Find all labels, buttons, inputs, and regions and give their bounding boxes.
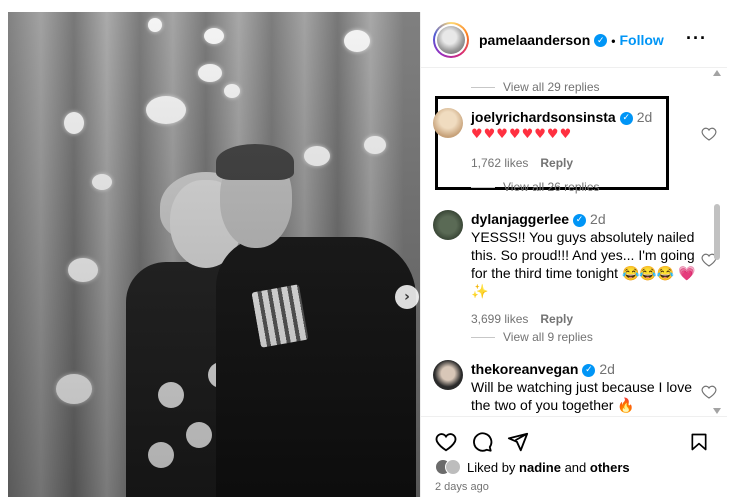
liked-by-text: Liked by nadine and others [467,460,630,475]
comment-item: joelyrichardsonsinsta ✓ 2d ♥♥♥♥♥♥♥♥ 1,762 … [433,96,717,190]
view-replies-label: View all 9 replies [503,330,593,344]
header-user-line: pamelaanderson ✓ • Follow [479,32,664,48]
verified-icon: ✓ [582,363,596,377]
reply-line [471,86,495,88]
comment-meta: 3,699 likes Reply [471,310,703,328]
comment-body: thekoreanvegan ✓ 2d Will be watching just … [471,360,703,414]
post-header: pamelaanderson ✓ • Follow ··· [421,12,727,68]
verified-icon: ✓ [594,34,608,48]
reply-button[interactable]: Reply [540,312,573,326]
comment-likes[interactable]: 3,699 likes [471,312,528,326]
liker-avatar[interactable] [445,459,461,475]
view-replies-button[interactable]: View all 29 replies [471,80,600,94]
liked-by-and: and [564,459,587,475]
heart-icon[interactable] [435,431,457,453]
comment-text: Will be watching just because I love the… [471,379,692,413]
scroll-down-icon[interactable] [713,408,721,414]
liked-by-row: Liked by nadine and others [435,459,630,475]
reply-line [471,336,495,338]
follow-button[interactable]: Follow [619,32,663,48]
view-replies-label: View all 29 replies [503,80,600,94]
dot-separator: • [611,33,616,48]
header-username[interactable]: pamelaanderson [479,32,590,48]
scroll-up-icon[interactable] [713,70,721,76]
liked-by-user[interactable]: nadine [519,460,561,475]
highlight-box [435,96,669,190]
comment-icon[interactable] [471,431,493,453]
post-timestamp: 2 days ago [435,481,489,493]
share-icon[interactable] [507,431,529,453]
view-replies-button[interactable]: View all 9 replies [471,330,593,344]
scroll-thumb[interactable] [714,204,720,260]
bookmark-icon[interactable] [689,431,709,453]
comment-body: dylanjaggerlee ✓ 2d YESSS!! You guys absol… [471,210,703,328]
comment-username[interactable]: dylanjaggerlee [471,211,569,227]
view-replies-label: View all 26 replies [503,180,600,194]
comment-username[interactable]: thekoreanvegan [471,361,578,377]
comments-list[interactable]: View all 29 replies joelyrichardsonsinst… [421,68,727,416]
chevron-right-icon: › [404,289,410,305]
comments-scrollbar[interactable] [710,68,724,416]
liked-by-others[interactable]: others [590,460,630,475]
comment-item: dylanjaggerlee ✓ 2d YESSS!! You guys absol… [433,210,717,328]
avatar[interactable] [433,21,469,58]
comment-time: 2d [599,361,615,377]
comment-avatar[interactable] [433,108,463,138]
verified-icon: ✓ [573,213,587,227]
comment-item: thekoreanvegan ✓ 2d Will be watching just … [433,360,717,414]
post-side-panel: pamelaanderson ✓ • Follow ··· View all 29 r… [420,12,727,497]
more-icon[interactable]: ··· [686,28,707,49]
action-icons [435,431,529,453]
avatar-image [437,25,465,54]
post-image: › [8,12,420,497]
comment-avatar[interactable] [433,210,463,240]
comment-text: YESSS!! You guys absolutely nailed this.… [471,229,696,299]
view-replies-button[interactable]: View all 26 replies [471,180,600,194]
comment-time: 2d [590,211,606,227]
avatar-inner [435,23,467,56]
post-actions: Liked by nadine and others 2 days ago [421,416,727,497]
reply-line [471,186,495,188]
comment-avatar[interactable] [433,360,463,390]
next-image-button[interactable]: › [395,285,419,309]
liked-by-prefix: Liked by [467,459,516,475]
image-shade [8,12,420,497]
